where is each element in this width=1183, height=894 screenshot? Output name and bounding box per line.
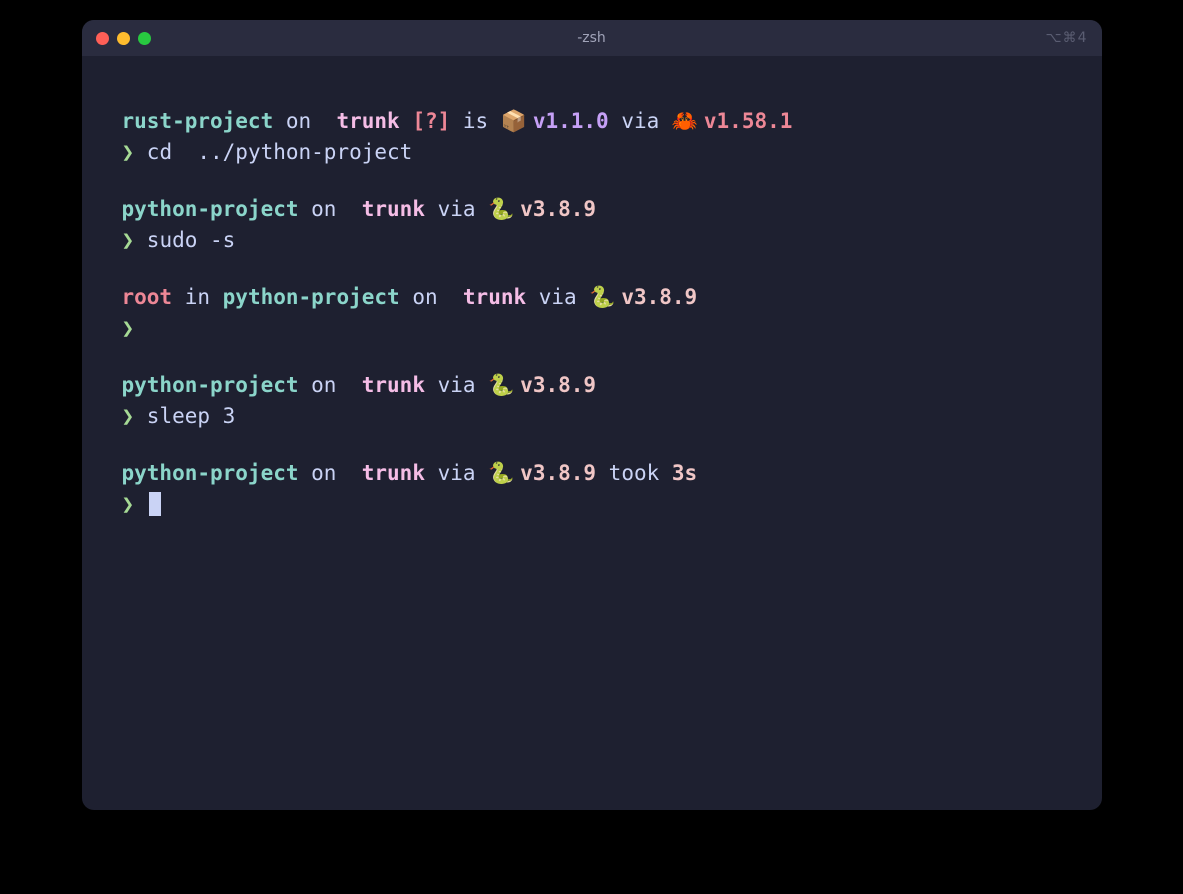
- prompt-arrow-icon: ❯: [122, 228, 135, 252]
- prompt-line: python-project on trunk via 🐍 v3.8.9: [122, 370, 1062, 401]
- prompt-segment: via: [425, 197, 488, 221]
- prompt-line: root in python-project on trunk via 🐍 v3…: [122, 282, 1062, 313]
- prompt-segment: on: [299, 373, 350, 397]
- maximize-button[interactable]: [138, 32, 151, 45]
- command-line[interactable]: ❯ sudo -s: [122, 225, 1062, 255]
- prompt-segment: 🐍: [488, 374, 520, 397]
- prompt-arrow-icon: ❯: [122, 316, 135, 340]
- prompt-segment: rust-project: [122, 109, 274, 133]
- minimize-button[interactable]: [117, 32, 130, 45]
- window-controls: [96, 32, 151, 45]
- prompt-segment: python-project: [122, 197, 299, 221]
- prompt-segment: [?]: [412, 109, 450, 133]
- prompt-segment: python-project: [122, 373, 299, 397]
- prompt-arrow-icon: ❯: [122, 404, 135, 428]
- prompt-segment: v3.8.9: [621, 285, 697, 309]
- command-line[interactable]: ❯ sleep 3: [122, 401, 1062, 431]
- prompt-segment: on: [299, 461, 350, 485]
- window-titlebar: -zsh ⌥⌘4: [82, 20, 1102, 56]
- window-title: -zsh: [577, 30, 606, 46]
- prompt-segment: [324, 109, 337, 133]
- command-text: [134, 316, 147, 340]
- command-text: sleep 3: [134, 404, 235, 428]
- prompt-segment: v3.8.9: [520, 461, 596, 485]
- terminal-window: -zsh ⌥⌘4 rust-project on trunk [?] is 📦 …: [82, 20, 1102, 810]
- prompt-block: python-project on trunk via 🐍 v3.8.9 too…: [122, 458, 1062, 520]
- prompt-segment: via: [425, 461, 488, 485]
- command-line[interactable]: ❯: [122, 313, 1062, 343]
- prompt-segment: on: [400, 285, 451, 309]
- terminal-content[interactable]: rust-project on trunk [?] is 📦 v1.1.0 vi…: [82, 56, 1102, 810]
- prompt-segment: [349, 461, 362, 485]
- shortcut-hint: ⌥⌘4: [1045, 30, 1087, 46]
- prompt-segment: [400, 109, 413, 133]
- prompt-segment: v1.1.0: [533, 109, 609, 133]
- prompt-segment: on: [299, 197, 350, 221]
- prompt-segment: 📦: [501, 110, 533, 133]
- command-line[interactable]: ❯ cd ../python-project: [122, 137, 1062, 167]
- prompt-line: python-project on trunk via 🐍 v3.8.9 too…: [122, 458, 1062, 489]
- command-line[interactable]: ❯: [122, 489, 1062, 519]
- prompt-arrow-icon: ❯: [122, 492, 135, 516]
- prompt-segment: v3.8.9: [520, 373, 596, 397]
- prompt-block: python-project on trunk via 🐍 v3.8.9❯ su…: [122, 194, 1062, 256]
- command-text: [134, 492, 147, 516]
- prompt-segment: took: [596, 461, 672, 485]
- prompt-segment: v1.58.1: [704, 109, 793, 133]
- prompt-segment: 🐍: [589, 286, 621, 309]
- prompt-segment: trunk: [362, 373, 425, 397]
- prompt-segment: 🦀: [672, 110, 704, 133]
- prompt-line: python-project on trunk via 🐍 v3.8.9: [122, 194, 1062, 225]
- prompt-segment: [450, 285, 463, 309]
- prompt-segment: 🐍: [488, 462, 520, 485]
- prompt-block: rust-project on trunk [?] is 📦 v1.1.0 vi…: [122, 106, 1062, 168]
- prompt-block: root in python-project on trunk via 🐍 v3…: [122, 282, 1062, 344]
- prompt-segment: via: [425, 373, 488, 397]
- prompt-segment: via: [526, 285, 589, 309]
- command-text: cd ../python-project: [134, 140, 412, 164]
- prompt-line: rust-project on trunk [?] is 📦 v1.1.0 vi…: [122, 106, 1062, 137]
- prompt-segment: 🐍: [488, 198, 520, 221]
- prompt-segment: 3s: [672, 461, 697, 485]
- prompt-arrow-icon: ❯: [122, 140, 135, 164]
- prompt-segment: v3.8.9: [520, 197, 596, 221]
- command-text: sudo -s: [134, 228, 235, 252]
- prompt-segment: python-project: [223, 285, 400, 309]
- prompt-block: python-project on trunk via 🐍 v3.8.9❯ sl…: [122, 370, 1062, 432]
- prompt-segment: is: [450, 109, 501, 133]
- close-button[interactable]: [96, 32, 109, 45]
- prompt-segment: root: [122, 285, 173, 309]
- prompt-segment: in: [172, 285, 223, 309]
- prompt-segment: python-project: [122, 461, 299, 485]
- cursor: [149, 492, 161, 516]
- prompt-segment: trunk: [336, 109, 399, 133]
- prompt-segment: trunk: [362, 197, 425, 221]
- prompt-segment: via: [609, 109, 672, 133]
- prompt-segment: trunk: [362, 461, 425, 485]
- prompt-segment: on: [273, 109, 324, 133]
- prompt-segment: trunk: [463, 285, 526, 309]
- prompt-segment: [349, 197, 362, 221]
- prompt-segment: [349, 373, 362, 397]
